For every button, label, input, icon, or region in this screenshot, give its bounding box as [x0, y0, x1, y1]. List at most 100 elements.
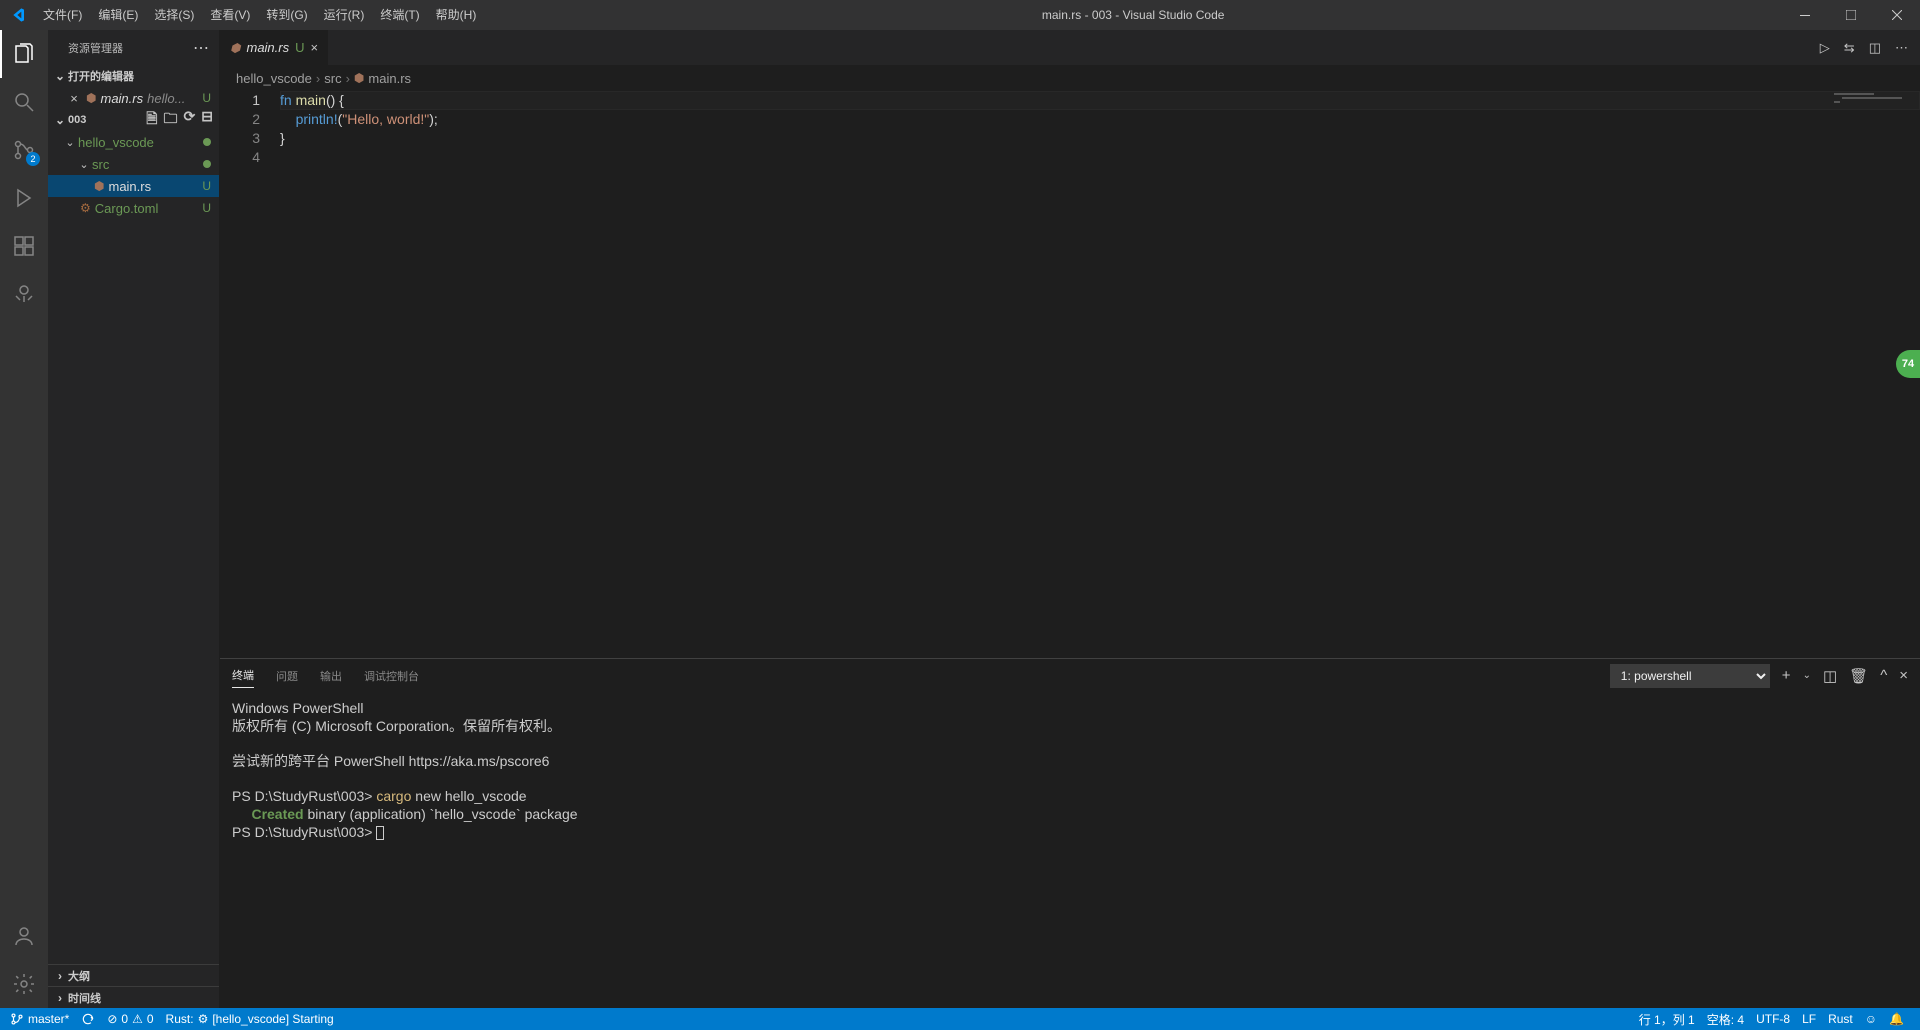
activity-accounts[interactable] [0, 912, 48, 960]
tree-file-cargo-toml[interactable]: ⚙ Cargo.toml U [48, 197, 219, 219]
chevron-down-icon[interactable]: ⌄ [1803, 670, 1811, 681]
new-folder-icon[interactable]: 🗀 [164, 108, 178, 132]
folder-header[interactable]: ⌄ 003 🗎 🗀 ⟳ ⊟ [48, 109, 219, 131]
tab-name: main.rs [246, 40, 289, 55]
rust-file-icon: ⬢ [94, 179, 104, 193]
status-problems[interactable]: ⊘0 ⚠0 [101, 1008, 159, 1030]
open-editors-header[interactable]: ⌄ 打开的编辑器 [48, 65, 219, 87]
open-editor-name: main.rs [100, 91, 143, 106]
status-rust-analyzer[interactable]: Rust: ⚙ [hello_vscode] Starting [160, 1008, 340, 1030]
panel-tab-problems[interactable]: 问题 [276, 664, 298, 688]
maximize-panel-icon[interactable]: ^ [1880, 667, 1887, 684]
rust-file-icon: ⬢ [354, 71, 364, 85]
panel-tab-terminal[interactable]: 终端 [232, 663, 254, 688]
chevron-right-icon: › [346, 71, 350, 86]
tree-label: Cargo.toml [95, 201, 159, 216]
terminal[interactable]: Windows PowerShell 版权所有 (C) Microsoft Co… [220, 692, 1920, 1008]
activity-explorer[interactable] [0, 30, 48, 78]
activity-scm[interactable]: 2 [0, 126, 48, 174]
chevron-right-icon: › [52, 969, 68, 983]
code-lines[interactable]: fn main() { println!("Hello, world!");} [280, 91, 1920, 658]
loading-spinner-icon: ⚙ [198, 1012, 209, 1026]
terminal-shell-select[interactable]: 1: powershell [1610, 664, 1770, 688]
activity-settings[interactable] [0, 960, 48, 1008]
status-sync[interactable] [75, 1008, 101, 1030]
close-icon[interactable]: × [66, 91, 82, 106]
file-tree: ⌄ hello_vscode ⌄ src ⬢ main.rs U ⚙ Cargo… [48, 131, 219, 219]
panel-tab-output[interactable]: 输出 [320, 664, 342, 688]
kill-terminal-icon[interactable]: 🗑 [1849, 667, 1868, 685]
open-editor-item[interactable]: × ⬢ main.rs hello... U [48, 87, 219, 109]
tree-file-main-rs[interactable]: ⬢ main.rs U [48, 175, 219, 197]
refresh-icon[interactable]: ⟳ [184, 108, 196, 132]
menu-edit[interactable]: 编辑(E) [90, 0, 146, 30]
split-terminal-icon[interactable]: ◫ [1823, 667, 1837, 685]
sidebar-title: 资源管理器 [68, 40, 123, 56]
menu-go[interactable]: 转到(G) [258, 0, 315, 30]
editor-actions: ▷ ⇆ ◫ ⋯ [1808, 30, 1920, 65]
code-editor[interactable]: 1234 fn main() { println!("Hello, world!… [220, 91, 1920, 658]
titlebar: 文件(F) 编辑(E) 选择(S) 查看(V) 转到(G) 运行(R) 终端(T… [0, 0, 1920, 30]
activity-search[interactable] [0, 78, 48, 126]
tab-git-status: U [295, 40, 304, 55]
menu-help[interactable]: 帮助(H) [428, 0, 485, 30]
status-spaces[interactable]: 空格: 4 [1701, 1008, 1750, 1030]
breadcrumb[interactable]: hello_vscode › src › ⬢ main.rs [220, 65, 1920, 91]
open-editors: × ⬢ main.rs hello... U [48, 87, 219, 109]
menu-view[interactable]: 查看(V) [202, 0, 258, 30]
git-modified-dot [203, 138, 211, 146]
chevron-right-icon: › [52, 991, 68, 1005]
breadcrumb-item[interactable]: hello_vscode [236, 71, 312, 86]
activity-run-debug[interactable] [0, 174, 48, 222]
tree-folder-src[interactable]: ⌄ src [48, 153, 219, 175]
git-status: U [202, 201, 211, 215]
window-controls [1782, 0, 1920, 30]
compare-icon[interactable]: ⇆ [1844, 40, 1855, 56]
menu-file[interactable]: 文件(F) [35, 0, 90, 30]
timeline-header[interactable]: › 时间线 [48, 986, 219, 1008]
open-editor-path: hello... [147, 91, 198, 106]
split-editor-icon[interactable]: ◫ [1869, 40, 1881, 56]
status-feedback-icon[interactable]: ☺ [1859, 1008, 1883, 1030]
more-icon[interactable]: ⋯ [1895, 40, 1908, 56]
new-file-icon[interactable]: 🗎 [146, 108, 157, 132]
activity-rust-analyzer[interactable] [0, 270, 48, 318]
floating-badge[interactable]: 74 [1896, 350, 1920, 378]
status-notifications-icon[interactable]: 🔔 [1883, 1008, 1910, 1030]
tree-label: src [92, 157, 109, 172]
close-icon[interactable]: × [311, 40, 319, 55]
menu-terminal[interactable]: 终端(T) [372, 0, 427, 30]
vscode-logo-icon [0, 7, 35, 23]
tree-folder-hello-vscode[interactable]: ⌄ hello_vscode [48, 131, 219, 153]
close-button[interactable] [1874, 0, 1920, 30]
outline-header[interactable]: › 大纲 [48, 964, 219, 986]
new-terminal-icon[interactable]: + [1782, 667, 1791, 684]
close-panel-icon[interactable]: × [1899, 667, 1908, 684]
rust-file-icon: ⬢ [86, 91, 96, 105]
maximize-button[interactable] [1828, 0, 1874, 30]
timeline-label: 时间线 [68, 990, 101, 1006]
status-encoding[interactable]: UTF-8 [1750, 1008, 1796, 1030]
status-branch[interactable]: master* [4, 1008, 75, 1030]
tab-main-rs[interactable]: ⬢ main.rs U × [220, 30, 329, 65]
breadcrumb-item[interactable]: main.rs [368, 71, 411, 86]
minimap[interactable] [1830, 91, 1920, 151]
activity-bar: 2 [0, 30, 48, 1008]
breadcrumb-item[interactable]: src [324, 71, 341, 86]
panel-tab-debug-console[interactable]: 调试控制台 [364, 664, 419, 688]
sidebar-more-icon[interactable]: ⋯ [193, 38, 211, 58]
menu-selection[interactable]: 选择(S) [146, 0, 202, 30]
outline-label: 大纲 [68, 968, 90, 984]
tab-bar: ⬢ main.rs U × ▷ ⇆ ◫ ⋯ [220, 30, 1920, 65]
status-eol[interactable]: LF [1796, 1008, 1822, 1030]
folder-name: 003 [68, 114, 86, 126]
activity-extensions[interactable] [0, 222, 48, 270]
status-ln-col[interactable]: 行 1，列 1 [1633, 1008, 1701, 1030]
collapse-all-icon[interactable]: ⊟ [201, 108, 213, 132]
minimize-button[interactable] [1782, 0, 1828, 30]
window-title: main.rs - 003 - Visual Studio Code [484, 8, 1782, 22]
run-icon[interactable]: ▷ [1820, 40, 1830, 56]
status-language[interactable]: Rust [1822, 1008, 1859, 1030]
rust-file-icon: ⬢ [230, 41, 240, 55]
menu-run[interactable]: 运行(R) [316, 0, 373, 30]
